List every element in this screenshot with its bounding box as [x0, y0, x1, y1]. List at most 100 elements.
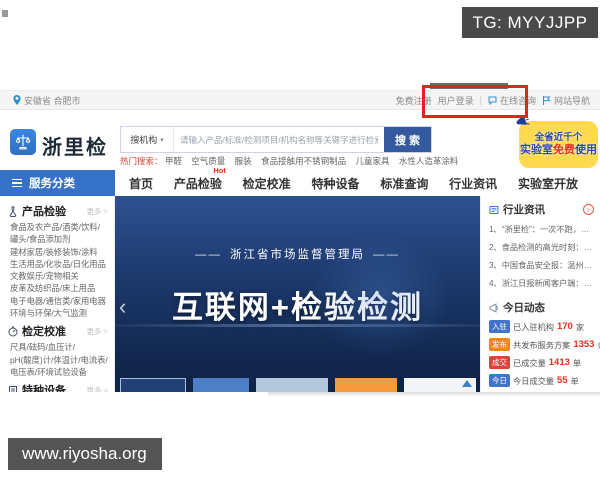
today-stats-title: 今日动态	[503, 302, 545, 314]
more-link[interactable]: 更多 >	[87, 206, 108, 217]
search-input[interactable]	[174, 127, 384, 152]
category-link[interactable]: pH(酸度)计/体温计/电流表/	[0, 354, 114, 366]
news-item[interactable]: 1、“浙里检”：一次不跑，事事…	[489, 223, 594, 235]
nav-item-lab-open[interactable]: 实验室开放	[518, 175, 578, 192]
banner-headline: 互联网+检验检测	[171, 290, 424, 325]
nav-item-calibration[interactable]: 检定校准	[243, 175, 291, 192]
register-link[interactable]: 免费注册	[396, 94, 432, 107]
main-nav: 首页 产品检验 Hot 检定校准 特种设备 标准查询 行业资讯 实验室开放	[115, 166, 600, 196]
horn-icon	[489, 302, 498, 313]
banner-card[interactable]	[120, 378, 186, 392]
banner-card[interactable]	[193, 378, 249, 392]
search-bar: 搜机构 ▾ 搜 索	[120, 126, 432, 153]
hot-term[interactable]: 水性人造革涂料	[399, 156, 459, 166]
service-category-label: 服务分类	[29, 178, 75, 190]
sidebar-section-product-inspection[interactable]: 产品检验 更多 >	[0, 199, 114, 221]
page: TG: MYYJJPP 安徽省 合肥市 免费注册 用户登录 | 在线咨询 网站导…	[0, 0, 600, 480]
category-sidebar: 产品检验 更多 > 食品及农产品/酒类/饮料/ 罐头/食品添加剂 建材家居/装修…	[0, 196, 115, 392]
tg-watermark: TG: MYYJJPP	[462, 7, 598, 38]
page-cut-shadow	[268, 392, 600, 397]
promo-line2: 实验室免费使用	[520, 143, 597, 156]
hot-term[interactable]: 食品接触用不锈钢制品	[261, 156, 346, 166]
banner-card[interactable]	[335, 378, 397, 392]
promo-badge[interactable]: 全省近千个 实验室免费使用	[516, 114, 598, 168]
login-link[interactable]: 用户登录	[438, 94, 474, 107]
category-link[interactable]: 文教娱乐/宠物相关	[0, 270, 114, 282]
stat-badge: 今日	[489, 374, 510, 387]
news-item[interactable]: 2、食品检测的高光时刻：明年食…	[489, 241, 594, 253]
online-consult-link[interactable]: 在线咨询	[488, 94, 536, 107]
location-selector[interactable]: 安徽省 合肥市	[13, 94, 81, 107]
news-more-arrow[interactable]: ›	[583, 204, 594, 215]
dash-decoration: ——	[195, 249, 222, 261]
hot-search-row: 热门搜索： 甲醛 空气质量 服装 食品接触用不锈钢制品 儿童家具 水性人造革涂料	[120, 155, 465, 167]
megaphone-icon	[516, 114, 530, 125]
location-label: 安徽省 合肥市	[24, 95, 81, 106]
stat-row: 入驻 已入驻机构 170 家	[489, 320, 594, 333]
stat-number: 55	[556, 375, 568, 386]
banner-card[interactable]	[404, 378, 476, 392]
hamburger-icon	[12, 178, 22, 188]
nav-item-product-inspection[interactable]: 产品检验 Hot	[174, 166, 226, 192]
location-pin-icon	[13, 95, 21, 105]
more-link[interactable]: 更多 >	[87, 326, 108, 337]
banner-org: 浙江省市场监督管理局	[230, 249, 365, 261]
hero-carousel[interactable]: —— 浙江省市场监督管理局 —— 互联网+检验检测 ‹	[115, 196, 480, 392]
annotation-strip	[430, 83, 508, 89]
carousel-prev-arrow[interactable]: ‹	[119, 294, 126, 320]
category-link[interactable]: 罐头/食品添加剂	[0, 233, 114, 245]
stat-number: 170	[556, 321, 573, 332]
stat-row: 成交 已成交量 1413 单	[489, 356, 594, 369]
sidebar-section-special-equipment[interactable]: 特种设备 更多 >	[0, 378, 114, 392]
banner-card[interactable]	[256, 378, 328, 392]
industry-news-header: 行业资讯 ›	[489, 202, 594, 217]
hot-badge: Hot	[213, 165, 226, 175]
logo[interactable]	[10, 129, 36, 155]
category-link[interactable]: 食品及农产品/酒类/饮料/	[0, 221, 114, 233]
category-link[interactable]: 尺具/砝码/血压计/	[0, 341, 114, 353]
utility-bar: 安徽省 合肥市 免费注册 用户登录 | 在线咨询 网站导航	[0, 90, 600, 110]
news-item[interactable]: 4、浙江日报新闻客户端：浙江打…	[489, 277, 594, 289]
category-link[interactable]: 生活用品/化妆品/日化用品	[0, 258, 114, 270]
news-item[interactable]: 3、中国食品安全报：温州市水…	[489, 259, 594, 271]
stat-badge: 入驻	[489, 320, 510, 333]
chat-bubble-icon	[488, 96, 497, 105]
hot-term[interactable]: 儿童家具	[355, 156, 389, 166]
more-link[interactable]: 更多 >	[87, 385, 108, 392]
site-name: 浙里检	[42, 137, 108, 159]
search-button[interactable]: 搜 索	[384, 127, 431, 152]
gauge-icon	[8, 326, 18, 337]
triangle-up-icon	[462, 380, 472, 387]
category-link[interactable]: 环境与环保/大气监测	[0, 307, 114, 319]
screenshot-artifact	[2, 10, 8, 17]
nav-item-industry-news[interactable]: 行业资讯	[449, 175, 497, 192]
category-link[interactable]: 电子电器/通信类/家用电器	[0, 295, 114, 307]
dash-decoration: ——	[373, 249, 400, 261]
industry-news-title: 行业资讯	[503, 204, 545, 216]
search-category-dropdown[interactable]: 搜机构 ▾	[121, 127, 174, 152]
today-stats-header: 今日动态	[489, 300, 594, 315]
utility-divider: |	[479, 95, 482, 105]
nav-item-home[interactable]: 首页	[129, 175, 153, 192]
equipment-icon	[9, 385, 17, 392]
hot-term[interactable]: 空气质量	[191, 156, 225, 166]
stat-badge: 成交	[489, 356, 510, 369]
hot-term[interactable]: 甲醛	[165, 156, 182, 166]
promo-line1: 全省近千个	[534, 131, 583, 143]
category-link[interactable]: 建材家居/装修装饰/涂料	[0, 246, 114, 258]
balance-scale-icon	[15, 134, 31, 150]
nav-item-standard-search[interactable]: 标准查询	[380, 175, 428, 192]
flask-icon	[9, 206, 17, 217]
service-category-button[interactable]: 服务分类	[0, 170, 115, 196]
banner-cards-row	[120, 378, 476, 392]
right-panel: 行业资讯 › 1、“浙里检”：一次不跑，事事… 2、食品检测的高光时刻：明年食……	[480, 196, 600, 392]
newspaper-icon	[489, 205, 499, 214]
stat-number: 1353	[573, 339, 595, 350]
category-link[interactable]: 皮革及纺织品/床上用品	[0, 282, 114, 294]
sitemap-link[interactable]: 网站导航	[542, 94, 590, 107]
hot-term[interactable]: 服装	[235, 156, 252, 166]
category-link[interactable]: 电压表/环境试验设备	[0, 366, 114, 378]
sidebar-section-calibration[interactable]: 检定校准 更多 >	[0, 319, 114, 341]
hot-search-label: 热门搜索：	[120, 156, 163, 166]
nav-item-special-equipment[interactable]: 特种设备	[311, 175, 359, 192]
